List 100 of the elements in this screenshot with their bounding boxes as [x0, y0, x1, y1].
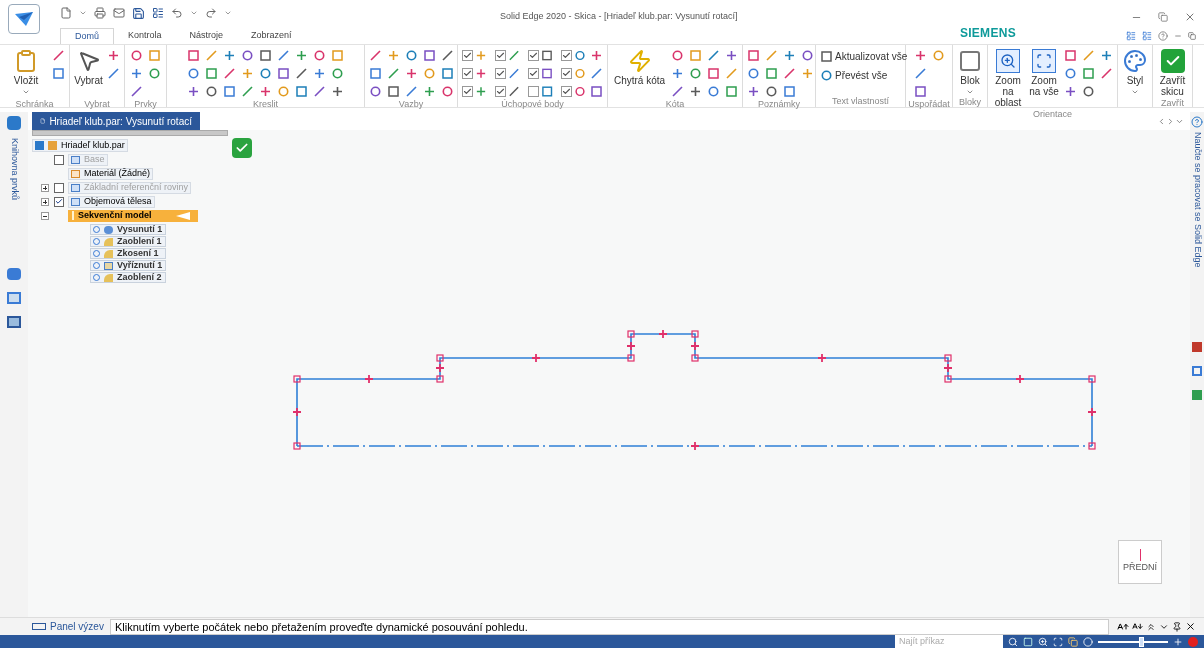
tool-icon[interactable]: [223, 49, 236, 62]
ribbon-command[interactable]: Aktualizovat vše: [820, 49, 908, 64]
tree-item[interactable]: Hriadeľ klub.par: [32, 139, 128, 152]
tool-icon[interactable]: [725, 49, 738, 62]
tool-icon[interactable]: [223, 85, 236, 98]
ribbon-button[interactable]: Zavřít skicu: [1157, 49, 1188, 97]
tree-item[interactable]: Objemová tělesa: [68, 195, 155, 208]
tool-icon[interactable]: [423, 49, 436, 62]
tool-icon[interactable]: [241, 49, 254, 62]
tool-icon[interactable]: [1082, 85, 1095, 98]
view-cube[interactable]: PŘEDNÍ: [1118, 540, 1162, 584]
tool-icon[interactable]: [1064, 85, 1077, 98]
ribbon-button[interactable]: Vložit: [4, 49, 48, 96]
snap-checkbox[interactable]: [528, 50, 539, 61]
tool-icon[interactable]: [574, 85, 586, 98]
tool-icon[interactable]: [52, 67, 65, 80]
tool-icon[interactable]: [574, 49, 586, 62]
tool-icon[interactable]: [369, 85, 382, 98]
tool-icon[interactable]: [508, 67, 520, 80]
tool-icon[interactable]: [52, 49, 65, 62]
tool-icon[interactable]: [747, 49, 760, 62]
ribbon-command[interactable]: Převést vše: [820, 68, 908, 83]
tool-icon[interactable]: [508, 49, 520, 62]
tool-icon[interactable]: [1100, 67, 1113, 80]
snap-checkbox[interactable]: [561, 50, 572, 61]
tool-icon[interactable]: [820, 50, 833, 63]
tool-icon[interactable]: [590, 49, 603, 62]
tool-icon[interactable]: [187, 67, 200, 80]
tool-icon[interactable]: [671, 49, 684, 62]
feature-item[interactable]: Zaoblení 2: [90, 272, 166, 283]
collapse-toggle[interactable]: [40, 211, 49, 220]
tool-icon[interactable]: [313, 67, 326, 80]
tool-icon[interactable]: [369, 67, 382, 80]
tool-icon[interactable]: [277, 49, 290, 62]
tool-icon[interactable]: [148, 67, 161, 80]
tool-icon[interactable]: [801, 49, 814, 62]
snap-checkbox[interactable]: [495, 68, 506, 79]
tool-icon[interactable]: [313, 85, 326, 98]
tool-icon[interactable]: [475, 67, 487, 80]
ribbon-tab[interactable]: Domů: [60, 28, 114, 44]
tool-icon[interactable]: [295, 67, 308, 80]
tool-icon[interactable]: [223, 67, 236, 80]
tool-icon[interactable]: [707, 85, 720, 98]
document-tab[interactable]: Hriadeľ klub.par: Vysunutí rotací: [32, 112, 200, 130]
ribbon-button[interactable]: Chytrá kóta: [612, 49, 667, 86]
tool-icon[interactable]: [783, 85, 796, 98]
expand-toggle[interactable]: [40, 197, 49, 206]
tool-icon[interactable]: [590, 67, 603, 80]
tool-icon[interactable]: [107, 49, 120, 62]
visibility-checkbox[interactable]: [53, 196, 64, 207]
tool-icon[interactable]: [187, 85, 200, 98]
tool-icon[interactable]: [590, 85, 603, 98]
tool-icon[interactable]: [707, 67, 720, 80]
tool-icon[interactable]: [295, 49, 308, 62]
tool-icon[interactable]: [441, 67, 454, 80]
feature-item[interactable]: Vysunutí 1: [90, 224, 166, 235]
tool-icon[interactable]: [387, 67, 400, 80]
ribbon-tab[interactable]: Zobrazení: [237, 28, 306, 44]
snap-checkbox[interactable]: [561, 68, 572, 79]
ribbon-button[interactable]: Zoom na oblast: [992, 49, 1024, 108]
ribbon-button[interactable]: Blok: [957, 49, 983, 96]
tool-icon[interactable]: [820, 69, 833, 82]
tool-icon[interactable]: [405, 49, 418, 62]
tool-icon[interactable]: [441, 85, 454, 98]
tool-icon[interactable]: [913, 67, 927, 80]
tool-icon[interactable]: [130, 85, 143, 98]
tool-icon[interactable]: [913, 85, 927, 98]
tool-icon[interactable]: [107, 67, 120, 80]
ribbon-button[interactable]: Zoom na vše: [1028, 49, 1060, 97]
tool-icon[interactable]: [241, 85, 254, 98]
tool-icon[interactable]: [725, 85, 738, 98]
snap-checkbox[interactable]: [561, 86, 572, 97]
tool-icon[interactable]: [747, 67, 760, 80]
snap-checkbox[interactable]: [462, 86, 473, 97]
tree-item[interactable]: Sekvenční model: [68, 209, 198, 222]
tool-icon[interactable]: [369, 49, 382, 62]
feature-item[interactable]: Zaoblení 1: [90, 236, 166, 247]
snap-checkbox[interactable]: [462, 68, 473, 79]
tree-item[interactable]: Materiál (Žádné): [68, 167, 154, 180]
tool-icon[interactable]: [508, 85, 520, 98]
tool-icon[interactable]: [671, 85, 684, 98]
feature-item[interactable]: Zkosení 1: [90, 248, 166, 259]
snap-checkbox[interactable]: [495, 50, 506, 61]
tool-icon[interactable]: [747, 85, 760, 98]
tool-icon[interactable]: [671, 67, 684, 80]
tool-icon[interactable]: [259, 49, 272, 62]
tool-icon[interactable]: [540, 85, 553, 98]
tool-icon[interactable]: [331, 85, 344, 98]
tool-icon[interactable]: [765, 85, 778, 98]
tool-icon[interactable]: [783, 49, 796, 62]
ribbon-tab[interactable]: Nástroje: [175, 28, 238, 44]
tool-icon[interactable]: [1064, 67, 1077, 80]
prompt-label[interactable]: Panel výzev: [50, 619, 104, 634]
tool-icon[interactable]: [259, 85, 272, 98]
ribbon-tab[interactable]: Kontrola: [114, 28, 176, 44]
tool-icon[interactable]: [765, 67, 778, 80]
tool-icon[interactable]: [913, 49, 927, 62]
tool-icon[interactable]: [1100, 49, 1113, 62]
tool-icon[interactable]: [187, 49, 200, 62]
tool-icon[interactable]: [541, 67, 553, 80]
